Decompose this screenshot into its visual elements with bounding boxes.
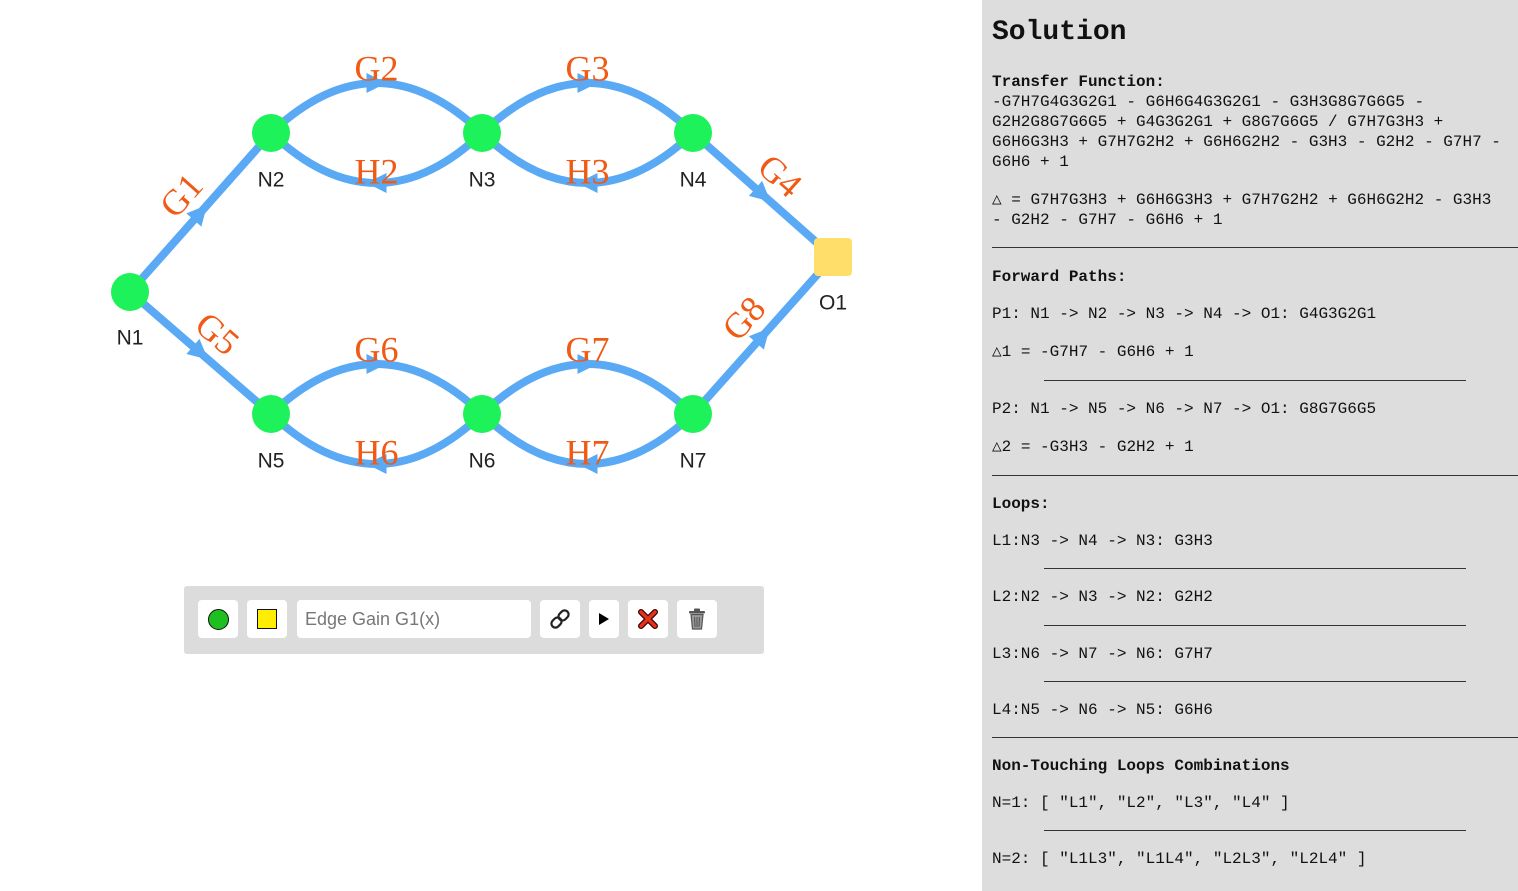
- edge-g7[interactable]: G7: [479, 329, 696, 417]
- output-node-shape: [814, 238, 852, 276]
- edge-gain-label: H6: [355, 432, 399, 472]
- add-node-button[interactable]: [198, 600, 238, 638]
- node-n5[interactable]: N5: [252, 395, 290, 473]
- loop-item: L2:N2 -> N3 -> N2: G2H2: [992, 588, 1213, 606]
- edge-line: [268, 79, 485, 136]
- divider: [1044, 380, 1466, 381]
- node-n1[interactable]: N1: [111, 273, 149, 350]
- edge-line: [479, 360, 696, 417]
- edge-g8[interactable]: G8: [690, 254, 836, 417]
- divider: [992, 475, 1518, 476]
- divider: [1044, 681, 1466, 682]
- node-shape: [463, 395, 501, 433]
- output-square-icon: [257, 609, 277, 629]
- divider: [992, 247, 1518, 248]
- edge-gain-label: H7: [566, 432, 610, 472]
- node-label: N4: [680, 169, 707, 192]
- run-button[interactable]: [589, 600, 619, 638]
- edge-g5[interactable]: G5: [127, 288, 274, 418]
- clear-button[interactable]: [628, 600, 668, 638]
- forward-paths-label: Forward Paths:: [992, 268, 1127, 286]
- transfer-function-label: Transfer Function:: [992, 73, 1165, 91]
- edge-line: [268, 360, 485, 417]
- link-button[interactable]: [540, 600, 580, 638]
- divider: [1044, 568, 1466, 569]
- divider: [1044, 830, 1466, 831]
- edge-g2[interactable]: G2: [268, 48, 485, 136]
- non-touching-item: N=1: [ "L1", "L2", "L3", "L4" ]: [992, 794, 1290, 812]
- edge-g3[interactable]: G3: [479, 48, 696, 136]
- node-shape: [111, 273, 149, 311]
- edge-g1[interactable]: G1: [127, 130, 274, 295]
- toolbar: [184, 586, 764, 654]
- edge-h6[interactable]: H6: [268, 411, 485, 474]
- node-label: N2: [258, 169, 285, 192]
- solution-title: Solution: [992, 17, 1127, 48]
- forward-path-2-delta: △2 = -G3H3 - G2H2 + 1: [992, 438, 1194, 456]
- edge-h3[interactable]: H3: [479, 130, 696, 193]
- node-label: N3: [469, 169, 496, 192]
- node-shape: [674, 114, 712, 152]
- edge-g4[interactable]: G4: [690, 130, 836, 260]
- node-n3[interactable]: N3: [463, 114, 501, 192]
- transfer-function-value: -G7H7G4G3G2G1 - G6H6G4G3G2G1 - G3H3G8G7G…: [992, 93, 1511, 171]
- edge-h7[interactable]: H7: [479, 411, 696, 474]
- signal-flow-graph[interactable]: G1 G2 H2 G3 H3 G4 G5 G6 H6 G7 H7 G8 N1 N2 N3 N4 O1 N5 N6 N7: [0, 0, 982, 891]
- edge-line: [479, 79, 696, 136]
- link-icon: [550, 609, 570, 629]
- edge-h2[interactable]: H2: [268, 130, 485, 193]
- delta-value: △ = G7H7G3H3 + G6H6G3H3 + G7H7G2H2 + G6H…: [992, 191, 1501, 229]
- node-shape: [252, 114, 290, 152]
- edge-gain-label: G6: [355, 329, 399, 369]
- node-n4[interactable]: N4: [674, 114, 712, 192]
- loop-item: L4:N5 -> N6 -> N5: G6H6: [992, 701, 1213, 719]
- edge-gain-label: G7: [566, 329, 610, 369]
- loop-item: L1:N3 -> N4 -> N3: G3H3: [992, 532, 1213, 550]
- node-shape: [252, 395, 290, 433]
- edge-gain-label: H2: [355, 151, 399, 191]
- clear-x-icon: [638, 609, 658, 629]
- node-n7[interactable]: N7: [674, 395, 712, 473]
- edge-gain-input[interactable]: [297, 600, 531, 638]
- node-n6[interactable]: N6: [463, 395, 501, 473]
- edge-gain-label: G2: [355, 48, 399, 88]
- node-label: O1: [819, 292, 847, 315]
- loops-label: Loops:: [992, 495, 1050, 513]
- node-label: N7: [680, 450, 707, 473]
- edge-gain-label: H3: [566, 151, 610, 191]
- node-shape: [463, 114, 501, 152]
- edge-g6[interactable]: G6: [268, 329, 485, 417]
- delete-button[interactable]: [677, 600, 717, 638]
- graph-canvas[interactable]: G1 G2 H2 G3 H3 G4 G5 G6 H6 G7 H7 G8 N1 N2 N3 N4 O1 N5 N6 N7: [0, 0, 982, 891]
- node-label: N5: [258, 450, 285, 473]
- edge-gain-label: G3: [566, 48, 610, 88]
- node-label: N1: [117, 327, 144, 350]
- trash-icon: [689, 608, 705, 630]
- loop-item: L3:N6 -> N7 -> N6: G7H7: [992, 645, 1213, 663]
- solution-panel: Solution Transfer Function: -G7H7G4G3G2G…: [982, 0, 1518, 891]
- node-circle-icon: [207, 608, 229, 630]
- non-touching-label: Non-Touching Loops Combinations: [992, 757, 1290, 775]
- add-output-button[interactable]: [247, 600, 287, 638]
- forward-path-2: P2: N1 -> N5 -> N6 -> N7 -> O1: G8G7G6G5: [992, 400, 1377, 418]
- forward-path-1-delta: △1 = -G7H7 - G6H6 + 1: [992, 343, 1194, 361]
- play-icon: [599, 613, 609, 625]
- divider: [1044, 625, 1466, 626]
- non-touching-item: N=2: [ "L1L3", "L1L4", "L2L3", "L2L4" ]: [992, 850, 1367, 868]
- divider: [992, 737, 1518, 738]
- node-label: N6: [469, 450, 496, 473]
- forward-path-1: P1: N1 -> N2 -> N3 -> N4 -> O1: G4G3G2G1: [992, 305, 1377, 323]
- node-shape: [674, 395, 712, 433]
